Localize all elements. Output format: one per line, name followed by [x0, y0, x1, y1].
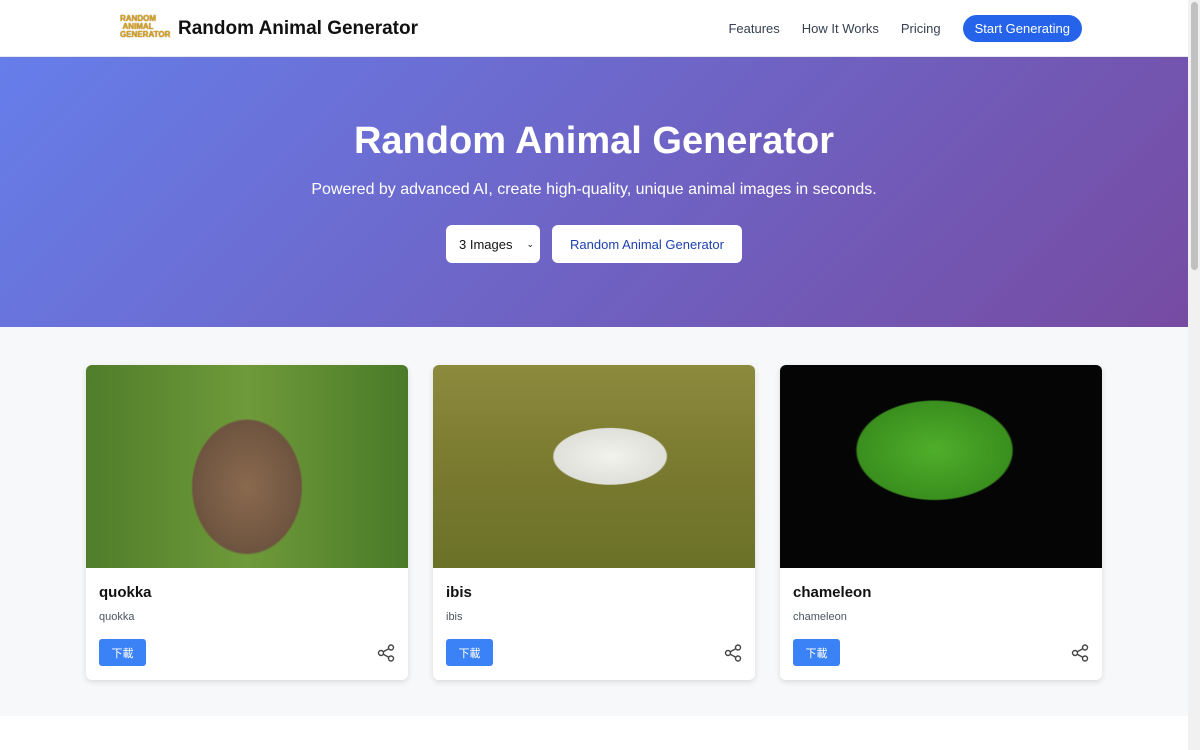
brand-name[interactable]: Random Animal Generator: [178, 18, 418, 40]
card-title: ibis: [446, 584, 472, 601]
scrollbar-thumb[interactable]: [1191, 2, 1198, 270]
card-title: chameleon: [793, 584, 872, 601]
nav-link-pricing[interactable]: Pricing: [901, 21, 941, 36]
animal-card: ibis ibis 下載: [433, 365, 755, 680]
footer-section: [0, 716, 1188, 750]
animal-image: [86, 365, 408, 568]
chevron-down-icon: ⌄: [526, 238, 534, 249]
animal-image: [433, 365, 755, 568]
select-value: 3 Images: [459, 236, 513, 252]
card-subtitle: ibis: [446, 611, 463, 623]
share-icon[interactable]: [377, 644, 395, 662]
animal-card: quokka quokka 下載: [86, 365, 408, 680]
share-icon[interactable]: [1071, 644, 1089, 662]
share-icon[interactable]: [724, 644, 742, 662]
download-button[interactable]: 下載: [446, 639, 493, 666]
card-title: quokka: [99, 584, 152, 601]
scrollbar[interactable]: [1188, 0, 1200, 750]
nav-link-how-it-works[interactable]: How It Works: [802, 21, 879, 36]
download-button[interactable]: 下載: [99, 639, 146, 666]
image-count-select[interactable]: 3 Images ⌄: [446, 225, 540, 263]
hero-subtitle: Powered by advanced AI, create high-qual…: [311, 181, 877, 198]
card-subtitle: chameleon: [793, 611, 847, 623]
card-subtitle: quokka: [99, 611, 135, 623]
top-nav: RANDOM ANIMAL GENERATOR Random Animal Gene…: [0, 0, 1188, 57]
animal-image: [780, 365, 1102, 568]
animal-card: chameleon chameleon 下載: [780, 365, 1102, 680]
hero: Random Animal Generator Powered by advan…: [0, 57, 1188, 327]
nav-link-features[interactable]: Features: [728, 21, 779, 36]
generate-button[interactable]: Random Animal Generator: [552, 225, 742, 263]
logo[interactable]: RANDOM ANIMAL GENERATOR: [120, 15, 170, 41]
hero-title: Random Animal Generator: [353, 120, 834, 162]
download-button[interactable]: 下載: [793, 639, 840, 666]
start-generating-button[interactable]: Start Generating: [962, 15, 1082, 42]
